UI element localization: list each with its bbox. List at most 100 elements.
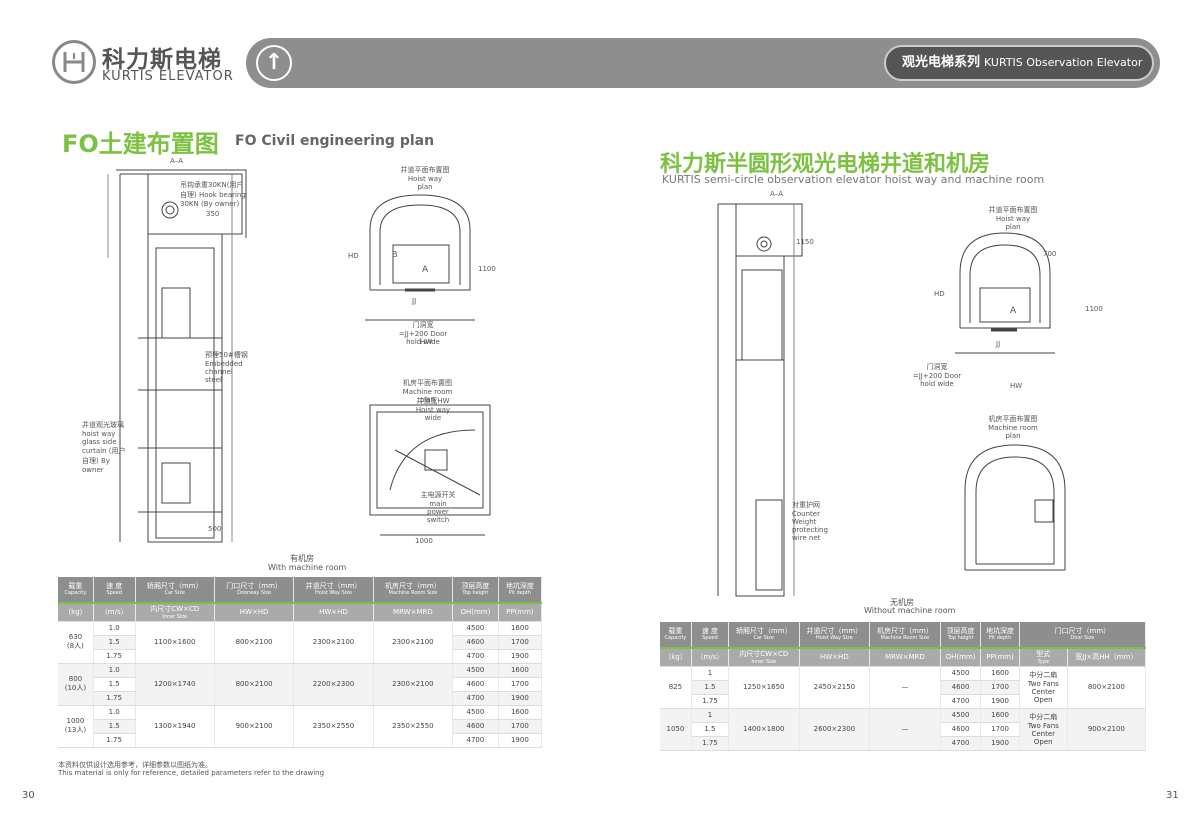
left-spec-table: 载重 Capacity 速 度 Speed 轿厢尺寸（mm） Car Size 门口尺寸（m… — [58, 577, 543, 748]
oh-cell: 4600 — [452, 635, 499, 650]
speed-cell: 1.0 — [93, 621, 136, 636]
car-cell: 1200×1740 — [135, 663, 215, 706]
table-row: 1050 1 1400×1800 2600×2300—4500 1600 中分二扇 Two… — [660, 708, 1147, 751]
right-spec-table: 载重 Capacity 速 度 Speed 轿厢尺寸（mm） Car Size 井道尺寸（m… — [660, 622, 1147, 751]
speed-cell: 1.5 — [93, 635, 136, 650]
oh-cell: 4500 — [452, 705, 499, 720]
oh-cell: 4700 — [452, 733, 499, 748]
left-unit-2: 内尺寸CW×CD Inner Size — [135, 602, 215, 622]
right-hw-label: HW — [1010, 382, 1023, 390]
right-dim-1150: 1150 — [796, 238, 814, 246]
right-unit-7: 型式 Type — [1019, 647, 1068, 667]
right-header-en-3: Hoist Way Size — [815, 634, 853, 641]
right-header-en-5: Top height — [947, 634, 974, 641]
left-header-1: 速 度 Speed — [93, 577, 136, 604]
right-unit-2: 内尺寸CW×CD Inner Size — [728, 647, 800, 667]
left-unit-5: MRW×MRD — [373, 602, 454, 622]
speed-cell: 1.75 — [93, 649, 136, 664]
right-header-3: 井道尺寸（mm） Hoist Way Size — [799, 622, 871, 649]
left-header-en-3: Doorway Size — [237, 589, 272, 596]
b-label: B — [392, 250, 398, 259]
right-unit-1: （m/s） — [691, 647, 729, 667]
machine-cell: 2300×2100 — [373, 663, 454, 706]
right-jj-label: JJ — [996, 340, 1001, 348]
hoist-cell: 2450×2150 — [799, 666, 871, 709]
capacity-cell: 1000 (13人) — [58, 705, 94, 748]
machine-cell: — — [869, 666, 941, 709]
right-header-en-2: Car Size — [753, 634, 774, 641]
speed-cell: 1.0 — [93, 705, 136, 720]
capacity-cell: 825 — [660, 666, 692, 709]
brand-name-en: KURTIS ELEVATOR — [102, 69, 234, 84]
door-type-cell: 中分二扇 Two Fans Center Open — [1019, 666, 1068, 709]
car-cell: 1400×1800 — [728, 708, 800, 751]
pp-cell: 1700 — [498, 719, 543, 734]
right-hoist-plan-label: 井道平面布置图 Hoist way plan — [988, 206, 1038, 231]
machine-cell: 2300×2100 — [373, 621, 454, 664]
dim-350: 350 — [206, 210, 220, 218]
dim-500: 500 — [208, 525, 222, 533]
oh-cell: 4500 — [452, 663, 499, 678]
catalog-page: { "brand": {"cn": "科力斯电梯", "en": "KURTIS… — [0, 0, 1200, 820]
right-table-body: 825 1 1250×1650 2450×2150—4500 1600 中分二扇 Two … — [660, 666, 1147, 751]
left-header-3: 门口尺寸（mm） Doorway Size — [214, 577, 295, 604]
car-cell: 1300×1940 — [135, 705, 215, 748]
a-label: A — [422, 265, 429, 275]
right-header-6: 地坑深度 Pit depth — [980, 622, 1020, 649]
right-unit-en-2: Inner Size — [751, 659, 777, 666]
table-row: 825 1 1250×1650 2450×2150—4500 1600 中分二扇 Two … — [660, 666, 1147, 709]
left-header-en-1: Speed — [106, 589, 123, 596]
hoist-cell: 2350×2550 — [293, 705, 374, 748]
right-header-4: 机房尺寸（mm） Machine Room Size — [869, 622, 941, 649]
right-header-en-4: Machine Room Size — [880, 634, 930, 641]
right-unit-3: HW×HD — [799, 647, 871, 667]
left-header-4: 井道尺寸（mm） Hoist Way Size — [293, 577, 374, 604]
capacity-cell: 1050 — [660, 708, 692, 751]
right-header-0: 载重 Capacity — [660, 622, 692, 649]
left-header-en-2: Car Size — [164, 589, 185, 596]
hoist-cell: 2200×2300 — [293, 663, 374, 706]
right-header-en-1: Speed — [702, 634, 718, 641]
hoistway-wide-label: 井道宽HW Hoist way wide — [415, 397, 451, 422]
left-page-number: 30 — [22, 790, 35, 801]
left-header-en-7: Pit depth — [508, 589, 532, 596]
embedded-steel-label: 预埋50#槽钢 Embedded channel steel — [205, 351, 248, 384]
left-unit-6: OH(mm) — [452, 602, 499, 622]
speed-cell: 1.5 — [93, 719, 136, 734]
capacity-cell: 630 (8人) — [58, 621, 94, 664]
right-header-2: 轿厢尺寸（mm） Car Size — [728, 622, 800, 649]
right-dim-1100: 1100 — [1085, 305, 1103, 313]
series-title-en: KURTIS Observation Elevator — [984, 56, 1143, 69]
pp-cell: 1600 — [498, 621, 543, 636]
oh-cell: 4700 — [940, 694, 982, 709]
right-header-en-6: Pit depth — [988, 634, 1012, 641]
right-unit-8: 宽JJ×高HH（mm） — [1067, 647, 1147, 667]
pp-cell: 1600 — [980, 666, 1020, 681]
right-header-en-0: Capacity — [664, 634, 687, 641]
arrow-up-icon[interactable]: ↑ — [256, 45, 292, 81]
right-machine-plan-drawing — [964, 444, 1066, 571]
brand-logo: 科力斯电梯 KURTIS ELEVATOR — [52, 40, 242, 90]
kurtis-h-logo-icon — [52, 40, 96, 84]
door-cell: 800×2100 — [214, 663, 295, 706]
right-page-number: 31 — [1166, 790, 1179, 801]
pp-cell: 1900 — [498, 649, 543, 664]
door-size-cell: 800×2100 — [1067, 666, 1147, 709]
machine-cell: 2350×2550 — [373, 705, 454, 748]
door-type-cell: 中分二扇 Two Fans Center Open — [1019, 708, 1068, 751]
left-unit-7: PP(mm) — [498, 602, 543, 622]
table-row: 630 (8人) 1.0 1100×1600 800×2100 2300×2100 2300… — [58, 621, 543, 664]
oh-cell: 4600 — [452, 677, 499, 692]
oh-cell: 4600 — [940, 680, 982, 695]
right-caption-en: Without machine room — [864, 606, 956, 615]
right-unit-5: OH(mm) — [940, 647, 982, 667]
hoist-plan-label: 井道平面布置图 Hoist way plan — [400, 166, 450, 191]
left-aa-label: A–A — [170, 157, 184, 165]
left-table-body: 630 (8人) 1.0 1100×1600 800×2100 2300×2100 2300… — [58, 621, 543, 748]
pp-cell: 1900 — [498, 733, 543, 748]
door-cell: 800×2100 — [214, 621, 295, 664]
left-header-en-5: Machine Room Size — [388, 589, 438, 596]
oh-cell: 4500 — [940, 708, 982, 723]
oh-cell: 4700 — [940, 736, 982, 751]
speed-cell: 1.75 — [691, 736, 729, 751]
